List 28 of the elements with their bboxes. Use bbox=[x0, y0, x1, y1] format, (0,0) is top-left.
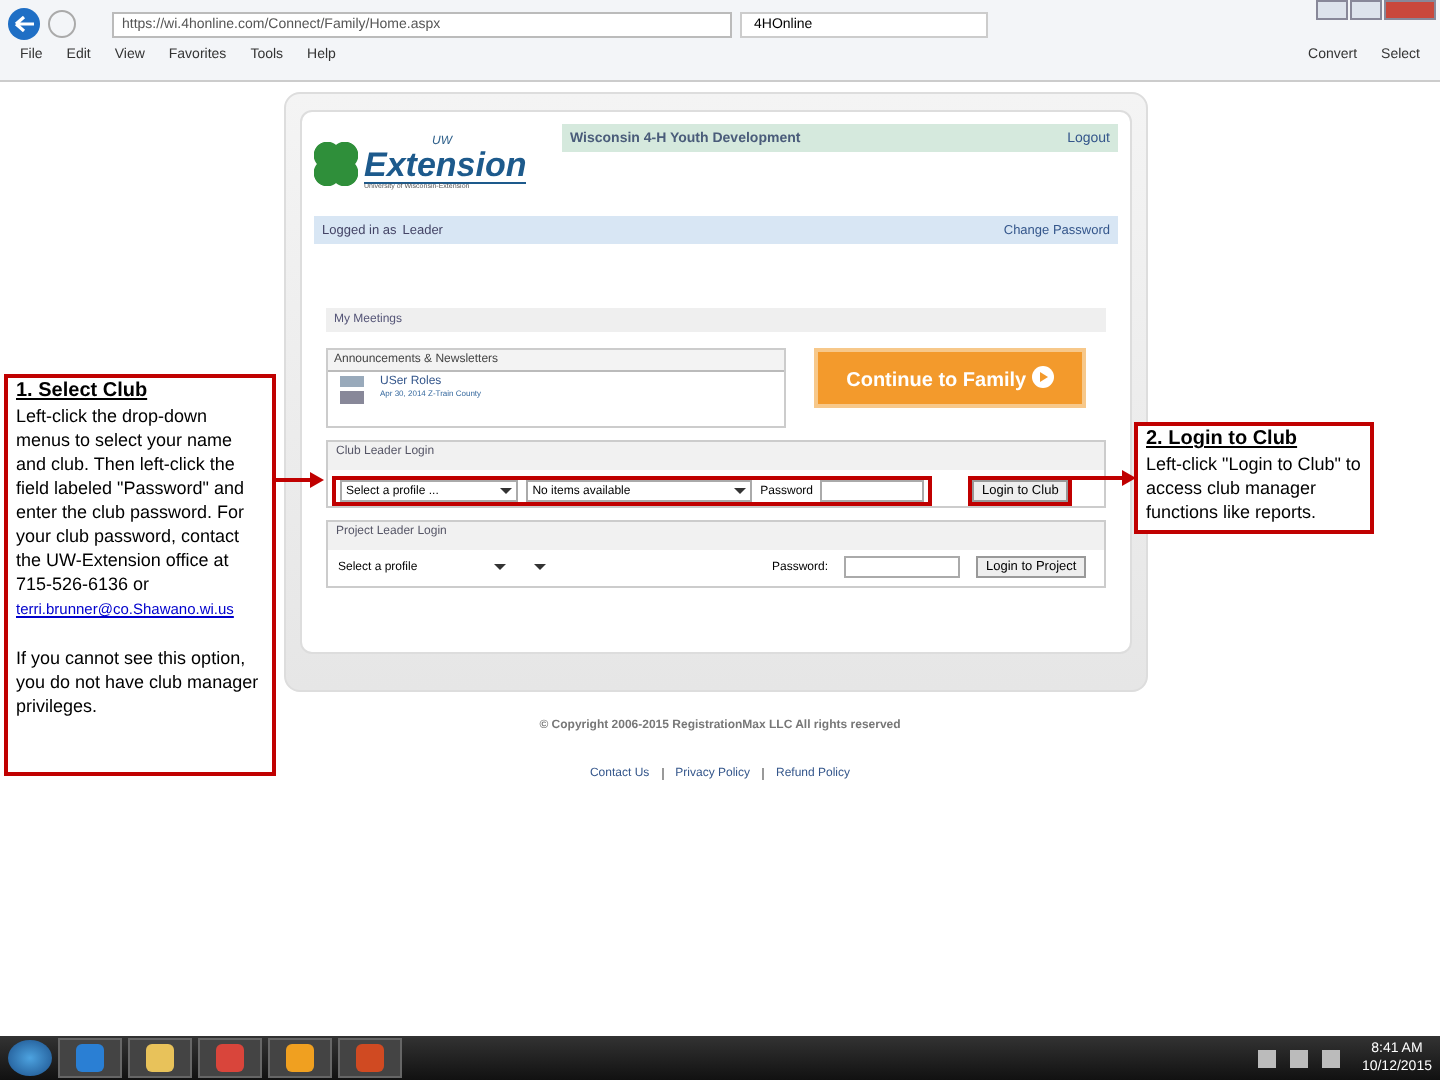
dropdown-caret-icon bbox=[734, 488, 747, 494]
app-icon bbox=[286, 1044, 314, 1072]
password-field[interactable] bbox=[844, 556, 961, 578]
app-icon bbox=[146, 1044, 174, 1072]
taskbar-app-button[interactable] bbox=[268, 1038, 332, 1078]
taskbar-app-button[interactable] bbox=[128, 1038, 192, 1078]
app-icon bbox=[216, 1044, 244, 1072]
app-icon bbox=[76, 1044, 104, 1072]
play-circle-icon bbox=[1031, 365, 1054, 387]
password-field[interactable] bbox=[820, 480, 924, 502]
callout-text: If you cannot see this option, you do not have club manager privileges. bbox=[16, 646, 261, 718]
forward-button[interactable] bbox=[48, 10, 76, 38]
callout-text: Left-click "Login to Club" to access club manager functions like reports. bbox=[1146, 452, 1362, 524]
maximize-button[interactable] bbox=[1350, 0, 1382, 20]
dropdown-caret-icon bbox=[494, 564, 506, 570]
callout-title: 1. Select Club bbox=[16, 380, 150, 404]
back-arrow-icon bbox=[14, 16, 34, 32]
callout-title: 2. Login to Club bbox=[1146, 428, 1300, 452]
document-icon bbox=[340, 376, 364, 404]
dropdown-caret-icon bbox=[500, 488, 513, 494]
start-button[interactable] bbox=[8, 1040, 52, 1076]
close-button[interactable] bbox=[1384, 0, 1436, 20]
app-icon bbox=[356, 1044, 384, 1072]
logo-text: Extension bbox=[364, 148, 527, 185]
minimize-button[interactable] bbox=[1316, 0, 1348, 20]
clover-icon bbox=[314, 142, 358, 186]
back-button[interactable] bbox=[8, 8, 40, 40]
dropdown-caret-icon bbox=[534, 564, 546, 570]
